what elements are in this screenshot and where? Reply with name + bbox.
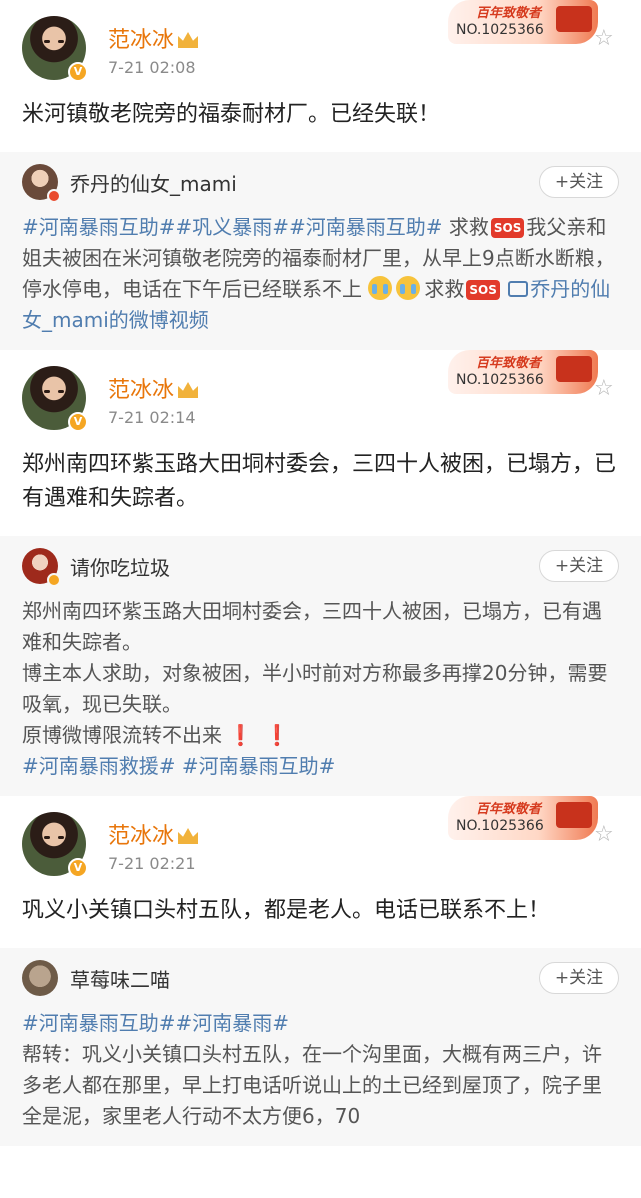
video-icon (508, 281, 529, 297)
topic-link[interactable]: #河南暴雨# (176, 1011, 290, 1035)
crown-icon (178, 828, 199, 844)
repost-text: 郑州南四环紫玉路大田垌村委会，三四十人被困，已塌方，已有遇难和失踪者。 博主本人… (22, 599, 608, 778)
follow-button[interactable]: +关注 (539, 166, 619, 198)
post-3: V 范冰冰 7-21 02:21 百年致敬者 NO.1025366 ☆ 巩义小关… (0, 796, 641, 948)
repost-text: #河南暴雨互助##河南暴雨# 帮转：巩义小关镇口头村五队，在一个沟里面，大概有两… (22, 1011, 602, 1128)
award-badge[interactable]: 百年致敬者 NO.1025366 (448, 796, 598, 840)
repost-header: 乔丹的仙女_mami +关注 (0, 152, 641, 210)
follow-button[interactable]: +关注 (539, 550, 619, 582)
post-time: 7-21 02:14 (108, 408, 196, 427)
post-time: 7-21 02:21 (108, 854, 196, 873)
avatar[interactable] (22, 164, 61, 203)
award-badge[interactable]: 百年致敬者 NO.1025366 (448, 350, 598, 394)
exclamation-icon: ❗ (228, 723, 253, 747)
star-icon[interactable]: ☆ (594, 26, 614, 51)
follow-button[interactable]: +关注 (539, 962, 619, 994)
author-name[interactable]: 范冰冰 (108, 22, 199, 54)
post-1: V 范冰冰 7-21 02:08 百年致敬者 NO.1025366 ☆ 米河镇敬… (0, 0, 641, 152)
exclamation-icon: ❗ (264, 723, 290, 747)
star-icon[interactable]: ☆ (594, 822, 614, 847)
sos-icon: SOS (466, 280, 500, 300)
avatar[interactable] (22, 548, 61, 587)
avatar[interactable]: V (22, 812, 88, 878)
post-text: 米河镇敬老院旁的福泰耐材厂。已经失联！ (22, 102, 441, 127)
flag-icon (556, 356, 592, 382)
topic-link[interactable]: #河南暴雨互助# (289, 215, 443, 239)
post-text: 郑州南四环紫玉路大田垌村委会，三四十人被困，已塌方，已有遇难和失踪者。 (22, 452, 617, 511)
flag-icon (556, 802, 592, 828)
crying-emoji-icon (396, 276, 421, 300)
author-name[interactable]: 范冰冰 (108, 818, 199, 850)
avatar[interactable]: V (22, 16, 88, 82)
repost-header: 请你吃垃圾 +关注 (0, 536, 641, 594)
sos-icon: SOS (490, 218, 525, 238)
star-icon[interactable]: ☆ (594, 376, 614, 401)
badge-icon (47, 189, 61, 203)
flag-icon (556, 6, 592, 32)
post-2: V 范冰冰 7-21 02:14 百年致敬者 NO.1025366 ☆ 郑州南四… (0, 350, 641, 536)
post-header: V 范冰冰 7-21 02:14 百年致敬者 NO.1025366 ☆ (0, 350, 641, 434)
avatar[interactable] (22, 960, 58, 996)
repost-3[interactable]: 草莓味二喵 +关注 #河南暴雨互助##河南暴雨# 帮转：巩义小关镇口头村五队，在… (0, 948, 641, 1146)
crying-emoji-icon (368, 276, 393, 300)
post-header: V 范冰冰 7-21 02:21 百年致敬者 NO.1025366 ☆ (0, 796, 641, 880)
repost-text: #河南暴雨互助##巩义暴雨##河南暴雨互助# 求救 SOS 我父亲和姐夫被困在米河镇… (22, 215, 615, 332)
author-name[interactable]: 范冰冰 (108, 372, 199, 404)
topic-link[interactable]: #河南暴雨互助# (22, 1011, 176, 1035)
award-badge[interactable]: 百年致敬者 NO.1025366 (448, 0, 598, 44)
badge-icon (47, 573, 61, 587)
crown-icon (178, 32, 199, 48)
verified-badge-icon: V (68, 412, 88, 432)
topic-link[interactable]: #巩义暴雨# (176, 215, 290, 239)
repost-author[interactable]: 请你吃垃圾 (70, 552, 170, 581)
topic-link[interactable]: #河南暴雨互助# (182, 754, 336, 778)
post-text: 巩义小关镇口头村五队，都是老人。电话已联系不上！ (22, 898, 551, 923)
topic-link[interactable]: #河南暴雨救援# (22, 754, 176, 778)
repost-author[interactable]: 草莓味二喵 (70, 964, 170, 993)
verified-badge-icon: V (68, 858, 88, 878)
repost-author[interactable]: 乔丹的仙女_mami (70, 168, 237, 197)
crown-icon (178, 382, 199, 398)
repost-2[interactable]: 请你吃垃圾 +关注 郑州南四环紫玉路大田垌村委会，三四十人被困，已塌方，已有遇难… (0, 536, 641, 796)
repost-header: 草莓味二喵 +关注 (0, 948, 641, 1006)
repost-1[interactable]: 乔丹的仙女_mami +关注 #河南暴雨互助##巩义暴雨##河南暴雨互助# 求救… (0, 152, 641, 350)
verified-badge-icon: V (68, 62, 88, 82)
avatar[interactable]: V (22, 366, 88, 432)
topic-link[interactable]: #河南暴雨互助# (22, 215, 176, 239)
post-header: V 范冰冰 7-21 02:08 百年致敬者 NO.1025366 ☆ (0, 0, 641, 84)
post-time: 7-21 02:08 (108, 58, 196, 77)
